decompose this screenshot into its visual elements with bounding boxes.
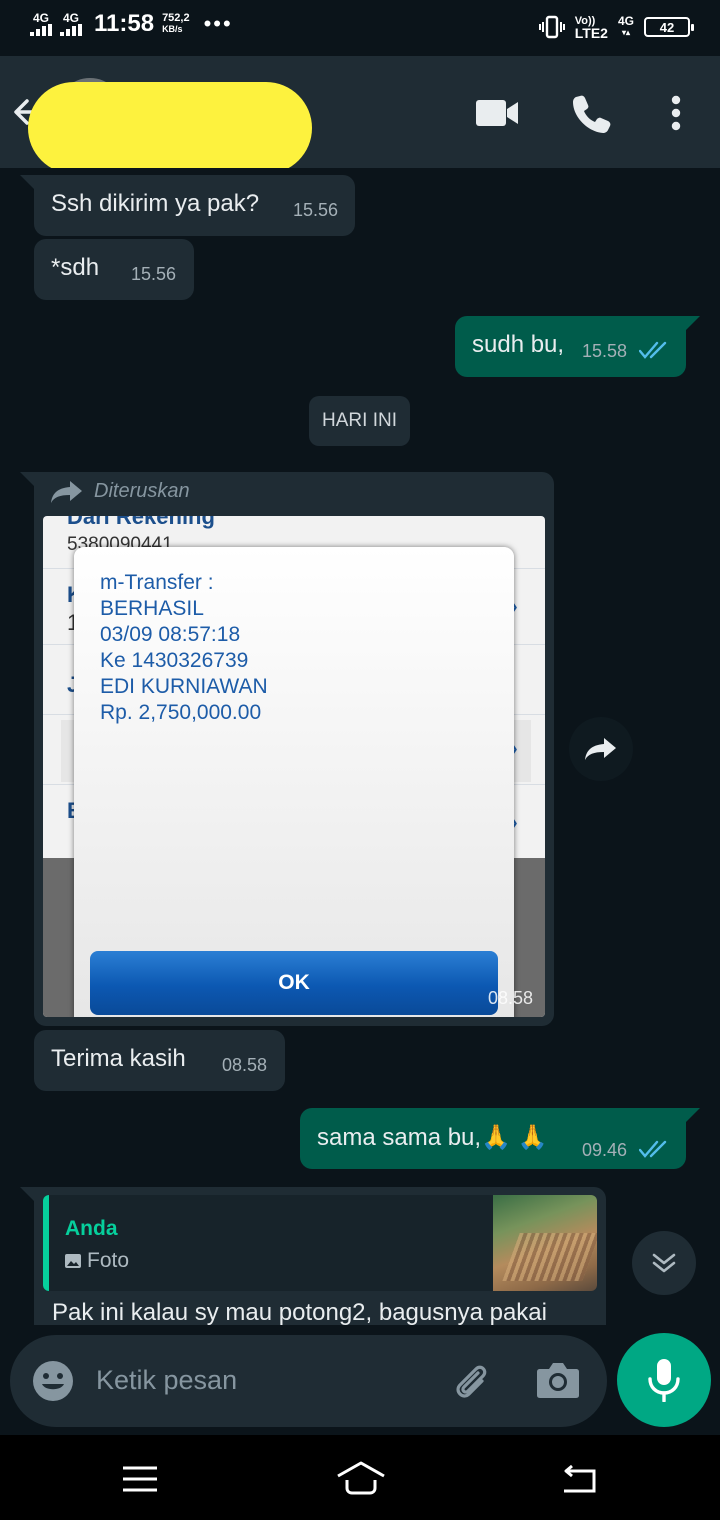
network-speed: 752,2 KB/s: [162, 12, 190, 35]
scroll-to-bottom-button[interactable]: [632, 1231, 696, 1295]
quoted-type: Foto: [65, 1249, 129, 1273]
forwarded-screenshot-image[interactable]: Dari Rekening 5380090441 K 1 J B › › › m…: [43, 516, 545, 1017]
dialog-line: Ke 1430326739: [100, 649, 249, 672]
quoted-author: Anda: [65, 1217, 118, 1240]
forwarded-label: Diteruskan: [94, 480, 190, 502]
menu-icon[interactable]: [122, 1466, 158, 1492]
dialog-line: 03/09 08:57:18: [100, 623, 241, 646]
voice-call-icon[interactable]: [572, 93, 612, 133]
quoted-photo-thumbnail: [493, 1195, 597, 1291]
message-time: 08.58: [487, 988, 533, 1008]
dialog-line: BERHASIL: [100, 597, 204, 620]
photo-icon: [65, 1254, 81, 1268]
battery-icon: 42: [644, 17, 694, 37]
dialog-line: EDI KURNIAWAN: [100, 675, 268, 698]
message-text: *sdh: [51, 254, 100, 281]
incoming-message[interactable]: Ssh dikirim ya pak? 15.56: [20, 175, 355, 236]
message-input[interactable]: Ketik pesan: [96, 1365, 237, 1396]
camera-icon[interactable]: [536, 1361, 580, 1399]
read-ticks-icon: [639, 341, 667, 359]
message-time: 08.58: [222, 1055, 268, 1075]
battery-level: 42: [659, 19, 675, 35]
message-text: Ssh dikirim ya pak?: [51, 190, 260, 217]
voice-message-button[interactable]: [617, 1333, 711, 1427]
message-time: 15.58: [582, 341, 628, 361]
forwarded-icon: [51, 481, 82, 503]
outgoing-message[interactable]: sudh bu, 15.58: [455, 316, 700, 377]
clock: 11:58: [94, 10, 155, 37]
home-icon[interactable]: [336, 1461, 386, 1495]
forward-arrow-icon: [585, 738, 616, 760]
dialog-line: Rp. 2,750,000.00: [100, 701, 262, 724]
date-divider: HARI INI: [309, 396, 410, 446]
emoji-icon[interactable]: [32, 1360, 74, 1402]
message-list[interactable]: Ssh dikirim ya pak? 15.56 *sdh 15.56 sud…: [0, 168, 720, 1325]
attach-icon[interactable]: [448, 1359, 492, 1403]
message-time: 15.56: [293, 200, 339, 220]
transfer-success-dialog: m-Transfer : BERHASIL 03/09 08:57:18 Ke …: [74, 547, 514, 1017]
message-text: sama sama bu,🙏 🙏: [317, 1124, 548, 1151]
message-text: sudh bu,: [472, 331, 565, 358]
video-call-icon[interactable]: [475, 98, 519, 128]
vibrate-icon: [538, 15, 565, 39]
incoming-message[interactable]: Terima kasih 08.58: [34, 1030, 285, 1091]
status-bar: 4G 4G 11:58 752,2 KB/s ••• Vo)) LTE2 4G …: [0, 0, 720, 56]
signal-1-icon: 4G: [30, 12, 52, 36]
more-options-icon[interactable]: [670, 95, 682, 131]
forward-share-button[interactable]: [569, 717, 633, 781]
quote-accent-bar: [43, 1195, 49, 1291]
data-network-icon: 4G ▾▴: [617, 14, 634, 37]
volte-indicator: Vo)) LTE2: [574, 15, 608, 41]
message-text: Terima kasih: [51, 1045, 186, 1072]
system-nav-bar: [0, 1435, 720, 1520]
microphone-icon: [648, 1359, 680, 1402]
message-text: Pak ini kalau sy mau potong2, bagusnya p…: [52, 1299, 547, 1325]
read-ticks-icon: [639, 1140, 667, 1158]
message-time: 15.56: [131, 264, 177, 284]
dialog-line: m-Transfer :: [100, 571, 214, 594]
more-notifications-icon: •••: [203, 11, 233, 36]
outgoing-message[interactable]: sama sama bu,🙏 🙏 09.46: [300, 1108, 700, 1169]
redacted-contact-name[interactable]: [28, 82, 312, 174]
signal-2-icon: 4G: [60, 12, 82, 36]
quoted-message[interactable]: Anda Foto: [43, 1195, 597, 1291]
double-chevron-down-icon: [652, 1253, 676, 1273]
bg-text-fragment: Dari Rekening: [67, 516, 215, 529]
chat-header: [0, 56, 720, 174]
dialog-ok-button: OK: [90, 951, 498, 1015]
back-nav-icon[interactable]: [560, 1464, 598, 1494]
message-time: 09.46: [582, 1140, 628, 1160]
incoming-message[interactable]: *sdh 15.56: [34, 239, 194, 300]
message-composer[interactable]: Ketik pesan: [10, 1335, 607, 1427]
